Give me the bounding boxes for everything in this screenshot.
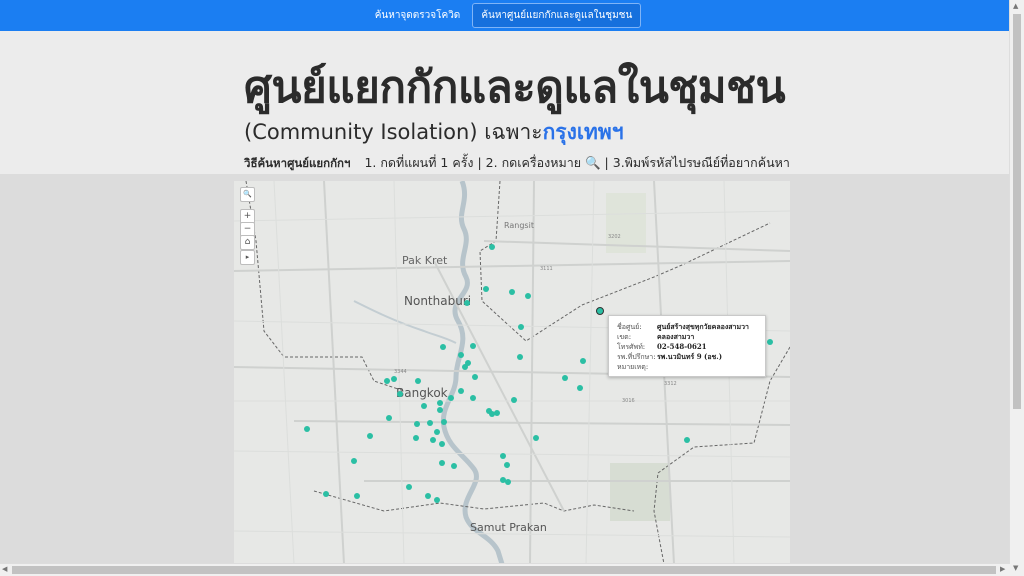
- isolation-center-marker[interactable]: [451, 463, 457, 469]
- page-subtitle: (Community Isolation) เฉพาะกรุงเทพฯ: [244, 116, 624, 149]
- isolation-center-marker[interactable]: [500, 453, 506, 459]
- isolation-center-marker[interactable]: [580, 358, 586, 364]
- search-instructions: วิธีค้นหาศูนย์แยกกักฯ 1. กดที่แผนที่ 1 ค…: [244, 153, 790, 173]
- isolation-center-marker[interactable]: [413, 435, 419, 441]
- isolation-center-marker[interactable]: [439, 460, 445, 466]
- subtitle-accent: กรุงเทพฯ: [542, 120, 624, 144]
- isolation-center-marker[interactable]: [367, 433, 373, 439]
- isolation-center-marker[interactable]: [323, 491, 329, 497]
- horizontal-scroll-thumb[interactable]: [12, 566, 996, 574]
- isolation-center-marker[interactable]: [441, 419, 447, 425]
- isolation-center-marker[interactable]: [434, 429, 440, 435]
- isolation-center-marker[interactable]: [511, 397, 517, 403]
- isolation-center-marker[interactable]: [440, 344, 446, 350]
- isolation-center-marker[interactable]: [427, 420, 433, 426]
- isolation-center-marker[interactable]: [525, 293, 531, 299]
- isolation-center-marker[interactable]: [414, 421, 420, 427]
- road-number: 3111: [540, 266, 553, 272]
- isolation-center-marker[interactable]: [351, 458, 357, 464]
- isolation-center-marker[interactable]: [500, 477, 506, 483]
- isolation-center-marker[interactable]: [767, 339, 773, 345]
- home-icon[interactable]: ⌂: [240, 235, 255, 250]
- road-number: 3202: [608, 234, 621, 240]
- isolation-center-marker[interactable]: [577, 385, 583, 391]
- isolation-center-marker[interactable]: [504, 462, 510, 468]
- nav-link-community-isolation[interactable]: ค้นหาศูนย์แยกกักและดูแลในชุมชน: [472, 3, 642, 28]
- isolation-center-marker[interactable]: [458, 352, 464, 358]
- place-label-nonthaburi: Nonthaburi: [404, 294, 472, 308]
- isolation-center-marker[interactable]: [494, 410, 500, 416]
- isolation-center-marker[interactable]: [509, 289, 515, 295]
- isolation-center-marker[interactable]: [437, 400, 443, 406]
- isolation-center-marker[interactable]: [415, 378, 421, 384]
- isolation-center-marker[interactable]: [465, 360, 471, 366]
- isolation-center-marker[interactable]: [533, 435, 539, 441]
- road-number: 3344: [394, 369, 407, 375]
- province-border: [313, 490, 635, 512]
- isolation-center-marker[interactable]: [384, 378, 390, 384]
- expand-toolbar-button[interactable]: ▸: [240, 250, 255, 265]
- isolation-center-marker[interactable]: [518, 324, 524, 330]
- location-tooltip: ชื่อศูนย์: ศูนย์สร้างสุขทุกวัยคลองสามวา เ…: [608, 315, 766, 377]
- isolation-center-marker[interactable]: [421, 403, 427, 409]
- selected-marker[interactable]: [596, 307, 604, 315]
- isolation-center-marker[interactable]: [483, 286, 489, 292]
- isolation-center-marker[interactable]: [386, 415, 392, 421]
- isolation-center-marker[interactable]: [517, 354, 523, 360]
- isolation-center-marker[interactable]: [406, 484, 412, 490]
- vertical-scrollbar[interactable]: ▲ ▼: [1009, 0, 1024, 576]
- instructions-label: วิธีค้นหาศูนย์แยกกักฯ: [244, 156, 351, 170]
- place-label-rangsit: Rangsit: [504, 221, 534, 230]
- isolation-center-marker[interactable]: [448, 395, 454, 401]
- isolation-center-marker[interactable]: [434, 497, 440, 503]
- isolation-center-marker[interactable]: [391, 376, 397, 382]
- road-number: 3312: [664, 381, 677, 387]
- scroll-right-icon[interactable]: ▶: [1000, 565, 1005, 573]
- scroll-left-icon[interactable]: ◀: [2, 565, 7, 573]
- isolation-center-marker[interactable]: [489, 244, 495, 250]
- isolation-center-marker[interactable]: [470, 395, 476, 401]
- green-area: [606, 193, 646, 253]
- isolation-center-marker[interactable]: [562, 375, 568, 381]
- tooltip-row: หมายเหตุ:: [617, 363, 649, 371]
- map-view[interactable]: Rangsit Pak Kret Nonthaburi Bangkok Samu…: [234, 181, 790, 564]
- scroll-down-icon[interactable]: ▼: [1013, 564, 1018, 572]
- nav-link-covid-checkpoints[interactable]: ค้นหาจุดตรวจโควิด: [369, 4, 467, 27]
- isolation-center-marker[interactable]: [472, 374, 478, 380]
- instructions-steps: 1. กดที่แผนที่ 1 ครั้ง | 2. กดเครื่องหมา…: [364, 155, 790, 170]
- page-title: ศูนย์แยกกักและดูแลในชุมชน: [244, 62, 786, 113]
- isolation-center-marker[interactable]: [439, 441, 445, 447]
- place-label-samut-prakan: Samut Prakan: [470, 521, 547, 534]
- subtitle-prefix: (Community Isolation) เฉพาะ: [244, 120, 543, 144]
- isolation-center-marker[interactable]: [430, 437, 436, 443]
- top-navigation: ค้นหาจุดตรวจโควิด ค้นหาศูนย์แยกกักและดูแ…: [0, 0, 1010, 31]
- isolation-center-marker[interactable]: [470, 343, 476, 349]
- road-number: 3016: [622, 398, 635, 404]
- isolation-center-marker[interactable]: [304, 426, 310, 432]
- isolation-center-marker[interactable]: [397, 391, 403, 397]
- airport-area: [610, 463, 670, 521]
- scroll-up-icon[interactable]: ▲: [1013, 2, 1018, 10]
- isolation-center-marker[interactable]: [354, 493, 360, 499]
- isolation-center-marker[interactable]: [425, 493, 431, 499]
- vertical-scroll-thumb[interactable]: [1013, 14, 1021, 409]
- isolation-center-marker[interactable]: [437, 407, 443, 413]
- map-search-button[interactable]: 🔍: [240, 187, 255, 202]
- isolation-center-marker[interactable]: [458, 388, 464, 394]
- place-label-pak-kret: Pak Kret: [402, 254, 448, 267]
- horizontal-scrollbar[interactable]: ◀ ▶: [0, 563, 1010, 576]
- isolation-center-marker[interactable]: [464, 300, 470, 306]
- place-label-bangkok: Bangkok: [396, 386, 448, 400]
- isolation-center-marker[interactable]: [684, 437, 690, 443]
